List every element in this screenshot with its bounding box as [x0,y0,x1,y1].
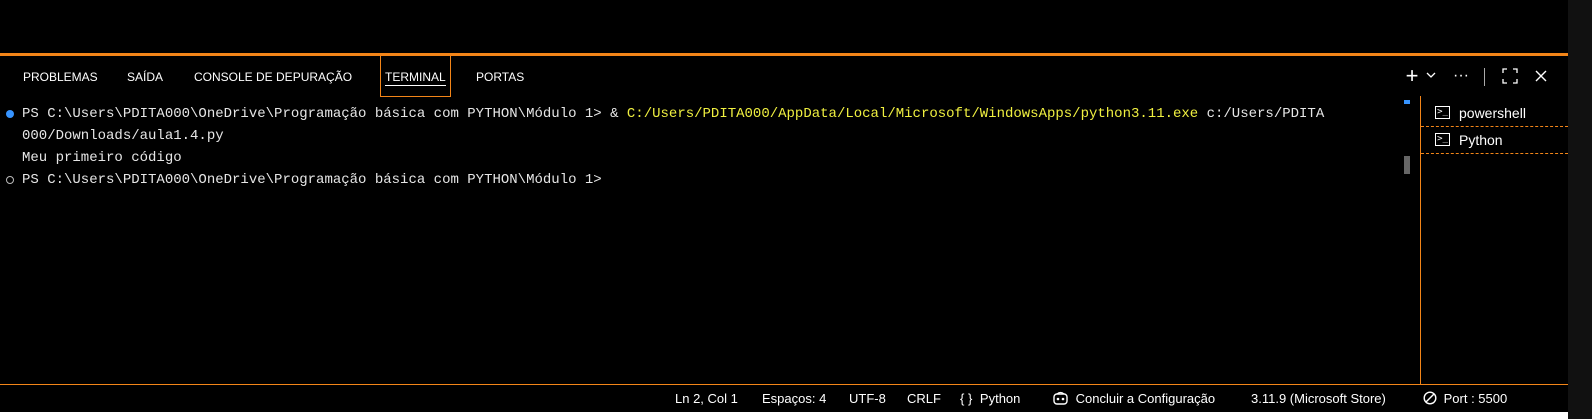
status-language-label: Python [979,391,1021,406]
toolbar-separator [1484,68,1485,86]
close-icon[interactable] [1531,66,1551,86]
braces-icon: { } [960,391,973,406]
prompt-text: PS C:\Users\PDITA000\OneDrive\Programaçã… [22,106,627,122]
status-setup[interactable]: Concluir a Configuração [1052,385,1215,413]
terminal-scrollbar[interactable] [1404,100,1412,384]
terminal-line: 000/Downloads/aula1.4.py [22,128,224,144]
terminal-item-label: Python [1459,132,1503,148]
executable-path: C:/Users/PDITA000/AppData/Local/Microsof… [626,106,1199,122]
tab-terminal-label: TERMINAL [385,70,446,86]
bottom-edge [0,412,1568,419]
terminal-line: PS C:\Users\PDITA000\OneDrive\Programaçã… [22,103,1324,125]
tab-ports[interactable]: PORTAS [476,56,524,96]
tab-problems[interactable]: PROBLEMAS [23,56,98,96]
panel-tabbar: PROBLEMAS SAÍDA CONSOLE DE DEPURAÇÃO TER… [0,56,1568,97]
terminal-icon: >_ [1435,133,1450,146]
status-port-label: Port : 5500 [1443,391,1508,406]
status-bar: Ln 2, Col 1 Espaços: 4 UTF-8 CRLF { } Py… [0,384,1568,412]
terminal-item-label: powershell [1459,105,1526,121]
status-encoding[interactable]: UTF-8 [849,385,886,413]
terminal-output[interactable]: PS C:\Users\PDITA000\OneDrive\Programaçã… [0,103,1404,384]
status-interpreter[interactable]: 3.11.9 (Microsoft Store) [1251,385,1386,413]
no-entry-icon [1423,391,1437,405]
status-language[interactable]: { } Python [960,385,1020,413]
chevron-down-icon[interactable] [1424,66,1438,86]
copilot-icon [1053,391,1068,405]
terminal-line: Meu primeiro código [22,150,182,166]
tab-debug-console[interactable]: CONSOLE DE DEPURAÇÃO [194,56,352,96]
status-setup-label: Concluir a Configuração [1075,391,1216,406]
terminal-list: >_ powershell >_ Python [1421,100,1568,154]
terminal-item-powershell[interactable]: >_ powershell [1421,100,1568,127]
command-pending-dot [6,176,14,184]
status-eol[interactable]: CRLF [907,385,941,413]
terminal-panel: PROBLEMAS SAÍDA CONSOLE DE DEPURAÇÃO TER… [0,56,1568,384]
terminal-icon: >_ [1435,106,1450,119]
tab-output[interactable]: SAÍDA [127,56,163,96]
plus-icon[interactable]: + [1403,65,1421,87]
status-indentation[interactable]: Espaços: 4 [762,385,826,413]
tab-terminal[interactable]: TERMINAL [380,56,451,97]
status-cursor-position[interactable]: Ln 2, Col 1 [675,385,738,413]
maximize-icon[interactable] [1500,66,1520,86]
scrollbar-thumb[interactable] [1404,156,1410,174]
status-live-server[interactable]: Port : 5500 [1423,385,1507,413]
command-success-dot [6,110,14,118]
scrollbar-marker [1404,100,1410,104]
editor-area [0,0,1568,53]
window-edge [1568,0,1592,419]
terminal-line: PS C:\Users\PDITA000\OneDrive\Programaçã… [22,172,602,188]
terminal-item-python[interactable]: >_ Python [1421,127,1568,154]
script-argument: c:/Users/PDITA [1198,106,1325,122]
ellipsis-icon[interactable]: ··· [1450,66,1472,86]
